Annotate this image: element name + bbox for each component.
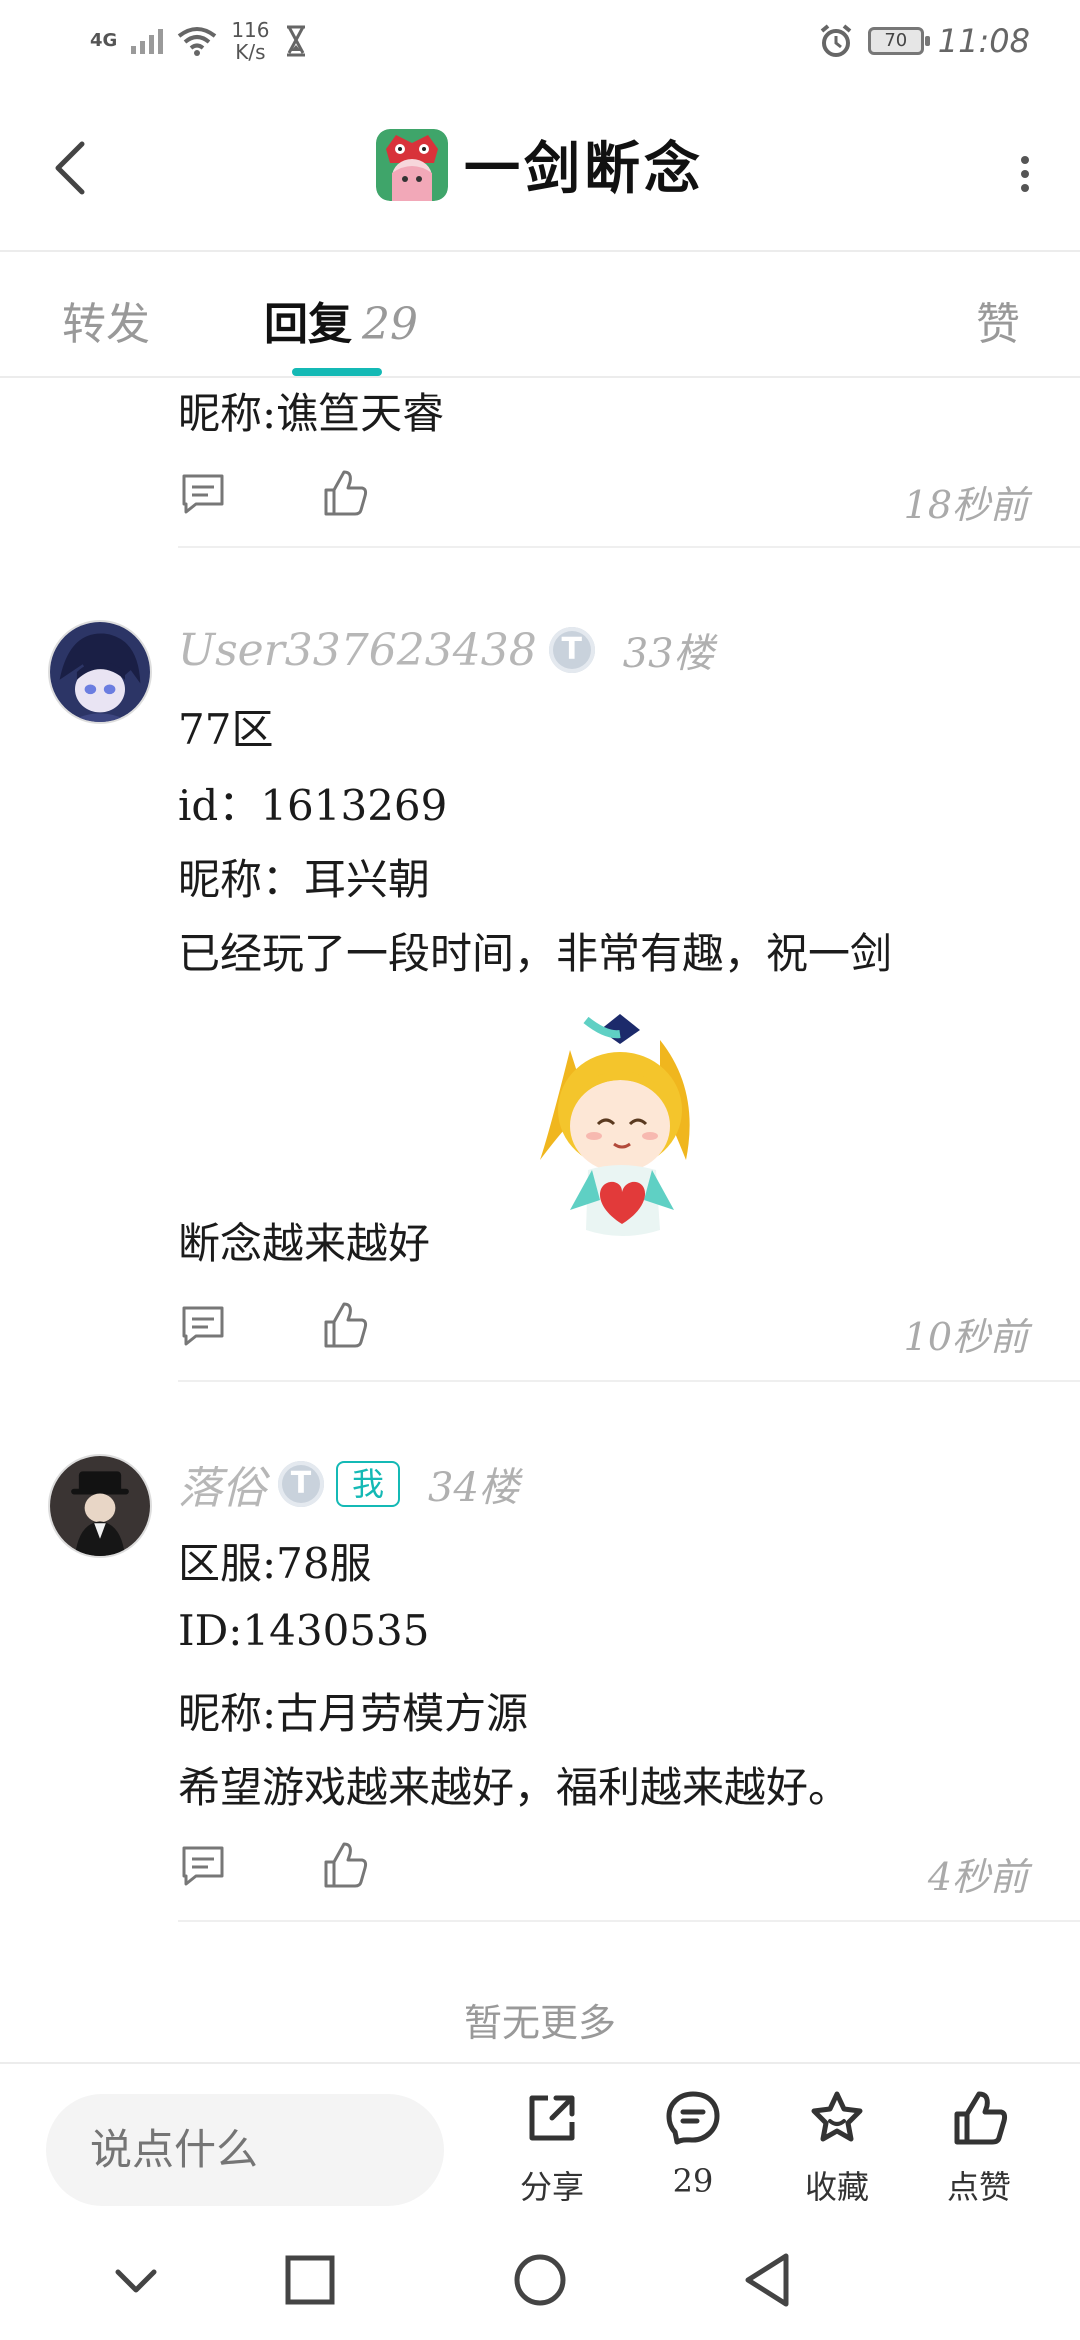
home-icon[interactable] [508, 2248, 572, 2312]
comment-text-line: id：1613269 [178, 781, 448, 830]
comment-text-line: 断念越来越好 [178, 1219, 431, 1268]
level-badge: T [548, 627, 595, 673]
divider [178, 1380, 1080, 1382]
avatar[interactable] [48, 620, 152, 724]
status-right: 70 11:08 [818, 18, 1030, 64]
share-button[interactable]: 分享 [497, 2088, 607, 2208]
comment-text-line: 希望游戏越来越好，福利越来越好。 [178, 1763, 851, 1812]
divider [178, 1920, 1080, 1922]
network-speed-unit: K/s [235, 40, 266, 64]
comment-text-line: ID:1430535 [178, 1606, 430, 1655]
comment-actions: 10秒前 [178, 1300, 1038, 1360]
comment-text-line: 昵称:谯笪天睿 [178, 389, 445, 438]
wifi-icon [178, 27, 217, 56]
like-button[interactable]: 点赞 [924, 2088, 1034, 2208]
avatar[interactable] [48, 1454, 152, 1558]
thumbs-up-icon[interactable] [320, 1840, 370, 1890]
no-more-text: 暂无更多 [463, 2001, 616, 2045]
comments-button[interactable]: 29 [638, 2088, 748, 2200]
floor-number: 34楼 [428, 1465, 519, 1511]
share-icon [529, 2095, 575, 2141]
reply-icon[interactable] [178, 1840, 228, 1890]
author-name[interactable]: 落俗 [178, 1452, 266, 1516]
share-label: 分享 [519, 2168, 584, 2206]
favorite-label: 收藏 [804, 2168, 869, 2206]
comment-count: 29 [672, 2162, 714, 2200]
tab-like[interactable]: 赞 [976, 288, 1020, 352]
alarm-icon [820, 24, 852, 57]
title-group: 一剑断念 [0, 124, 1080, 205]
comment-author-row: User337623438 T 33楼 [178, 620, 714, 680]
favorite-button[interactable]: 收藏 [782, 2088, 892, 2208]
bottom-action-bar: 分享 29 收藏 点赞 [0, 2062, 1080, 2222]
reply-icon[interactable] [178, 1300, 228, 1350]
tab-repost[interactable]: 转发 [62, 288, 150, 352]
comment-actions: 4秒前 [178, 1840, 1038, 1900]
tab-reply-count: 29 [362, 299, 418, 350]
comment-time: 10秒前 [903, 1315, 1028, 1359]
app-header: 一剑断念 [0, 84, 1080, 252]
comment-text-line: 昵称：耳兴朝 [178, 855, 431, 904]
comment-time: 18秒前 [903, 483, 1028, 527]
comment-text-line: 区服:78服 [178, 1539, 372, 1588]
author-name[interactable]: User337623438 [178, 625, 537, 676]
game-logo[interactable] [376, 128, 448, 201]
signal-type: 4G [90, 30, 118, 51]
thumbs-up-icon[interactable] [320, 468, 370, 518]
sticker-image [540, 1014, 690, 1236]
active-tab-indicator [292, 368, 382, 376]
me-tag: 我 [336, 1461, 401, 1507]
level-badge: T [278, 1461, 324, 1507]
network-speed: 116 K/s [231, 19, 269, 63]
back-triangle-icon[interactable] [736, 2248, 800, 2312]
tab-reply-label: 回复 [264, 299, 352, 350]
star-icon [811, 2091, 863, 2142]
chevron-down-icon[interactable] [104, 2248, 168, 2312]
comment-input[interactable] [46, 2094, 444, 2206]
network-speed-value: 116 [231, 18, 270, 42]
comment-text-line: 77区 [178, 705, 274, 754]
comment-bubble-icon [666, 2091, 720, 2145]
thumbs-up-icon [954, 2091, 1008, 2145]
comment-author-row: 落俗 T 我 34楼 [178, 1454, 519, 1514]
comment-actions: 18秒前 [178, 468, 1038, 528]
hourglass-icon [286, 25, 305, 57]
floor-number: 33楼 [622, 631, 714, 677]
page-title: 一剑断念 [464, 136, 704, 202]
recent-apps-icon[interactable] [278, 2248, 342, 2312]
thumbs-up-icon[interactable] [320, 1300, 370, 1350]
tab-bar: 转发 回复 29 赞 [0, 254, 1080, 378]
reply-icon[interactable] [178, 468, 228, 518]
comment-text-line: 昵称:古月劳模方源 [178, 1689, 529, 1738]
status-left: 4G 116 K/s [90, 16, 308, 66]
system-navigation-bar [0, 2222, 1080, 2340]
divider [178, 546, 1080, 548]
like-label: 点赞 [946, 2168, 1011, 2206]
clock: 11:08 [937, 22, 1030, 60]
more-vertical-icon[interactable] [1010, 144, 1040, 204]
comment-time: 4秒前 [927, 1855, 1028, 1899]
battery-icon: 70 [867, 27, 930, 55]
tab-reply[interactable]: 回复 29 [264, 288, 418, 352]
signal-strength-icon [131, 28, 164, 54]
comment-text-line: 已经玩了一段时间，非常有趣，祝一剑 [178, 929, 893, 978]
status-bar: 4G 116 K/s 70 11:08 [0, 0, 1080, 84]
